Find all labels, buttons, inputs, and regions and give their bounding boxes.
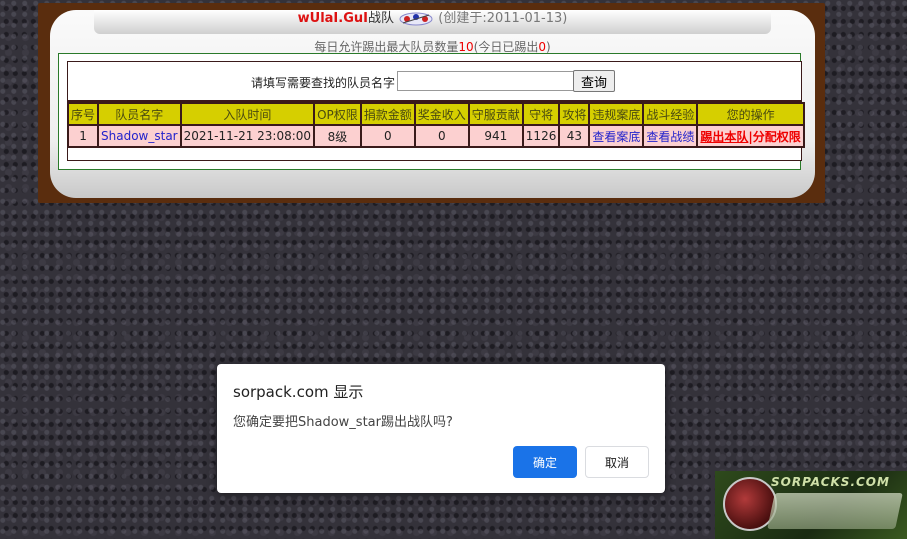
row-op: 8级 [315, 126, 360, 146]
col-violations: 违规案底 [590, 104, 643, 124]
kick-quota-used: 0 [538, 40, 546, 54]
kick-member-link[interactable]: 踢出本队 [700, 130, 748, 144]
row-attackers: 43 [560, 126, 589, 146]
member-name-link[interactable]: Shadow_star [99, 126, 180, 146]
row-actions: 踢出本队|分配权限 [698, 126, 803, 146]
team-frame: wUlaI.GuI战队 (创建于:2011-01-13) 每日允许踢出最大队员数… [38, 3, 825, 203]
member-table: 序号 队员名字 入队时间 OP权限 捐款金额 奖金收入 守服贡献 守将 攻将 违… [67, 102, 805, 148]
search-label: 请填写需要查找的队员名字 [251, 76, 396, 90]
team-name: wUlaI.GuI [297, 11, 368, 26]
row-index: 1 [69, 126, 98, 146]
col-battle-exp: 战斗经验 [644, 104, 697, 124]
team-suffix: 战队 [367, 11, 394, 26]
table-header-row: 序号 队员名字 入队时间 OP权限 捐款金额 奖金收入 守服贡献 守将 攻将 违… [69, 104, 803, 124]
col-joined: 入队时间 [181, 104, 314, 124]
view-violations-link[interactable]: 查看案底 [590, 126, 643, 146]
team-created-date: (创建于:2011-01-13) [438, 11, 568, 26]
search-button[interactable]: 查询 [573, 70, 615, 92]
dialog-title: sorpack.com 显示 [233, 383, 364, 401]
col-attackers: 攻将 [560, 104, 589, 124]
team-badge-icon [399, 12, 433, 25]
row-donation: 0 [361, 126, 414, 146]
col-defenders: 守将 [523, 104, 559, 124]
team-title-bar: wUlaI.GuI战队 (创建于:2011-01-13) [94, 10, 771, 34]
dialog-message: 您确定要把Shadow_star踢出战队吗? [233, 415, 453, 430]
table-row: 1 Shadow_star 2021-11-21 23:08:00 8级 0 0… [69, 126, 803, 146]
confirm-dialog: sorpack.com 显示 您确定要把Shadow_star踢出战队吗? 确定… [217, 364, 665, 493]
row-defense: 941 [469, 126, 522, 146]
site-watermark: SORPACKS.COM [715, 471, 907, 539]
roster-container: 请填写需要查找的队员名字 查询 序号 队员名字 入队时间 OP权限 捐款金额 奖… [58, 53, 805, 170]
view-battle-record-link[interactable]: 查看战绩 [644, 126, 697, 146]
col-defense: 守服贡献 [469, 104, 522, 124]
member-search-row: 请填写需要查找的队员名字 查询 [68, 62, 801, 102]
roster-inner: 请填写需要查找的队员名字 查询 序号 队员名字 入队时间 OP权限 捐款金额 奖… [67, 61, 805, 161]
cancel-button[interactable]: 取消 [585, 446, 649, 478]
assign-permission-link[interactable]: 分配权限 [753, 130, 801, 144]
col-index: 序号 [69, 104, 98, 124]
col-bonus: 奖金收入 [415, 104, 468, 124]
watermark-text: SORPACKS.COM [771, 475, 890, 489]
member-search-input[interactable] [397, 71, 575, 91]
col-donation: 捐款金额 [361, 104, 414, 124]
col-name: 队员名字 [99, 104, 180, 124]
team-panel: wUlaI.GuI战队 (创建于:2011-01-13) 每日允许踢出最大队员数… [50, 10, 815, 198]
ok-button[interactable]: 确定 [513, 446, 577, 478]
col-actions: 您的操作 [698, 104, 803, 124]
row-joined: 2021-11-21 23:08:00 [181, 126, 314, 146]
row-bonus: 0 [415, 126, 468, 146]
row-defenders: 1126 [523, 126, 559, 146]
kick-quota-max: 10 [458, 40, 474, 54]
col-op: OP权限 [315, 104, 360, 124]
watermark-emblem [767, 493, 903, 529]
